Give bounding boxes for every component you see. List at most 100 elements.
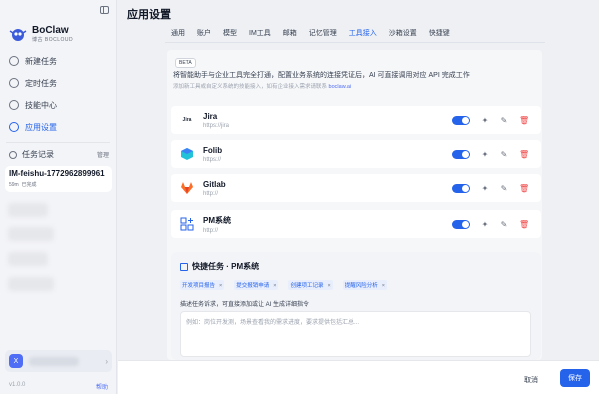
chip-label: 开发项目报告 [182, 283, 216, 289]
history-icon [9, 150, 17, 159]
tab-memory[interactable]: 记忆管理 [303, 29, 343, 43]
integration-subline: 添加新工具或自定义系统的技能接入，如有企业接入需求请联系 boclaw.ai [173, 82, 351, 90]
close-icon[interactable]: × [219, 283, 222, 289]
page-title: 应用设置 [127, 9, 171, 21]
app-subtitle: 博古 BOCLOUD [32, 36, 74, 43]
gear-icon [9, 122, 19, 132]
delete-icon[interactable]: 🗑 [519, 184, 529, 193]
quick-task-title: 快捷任务 · PM系统 [180, 261, 259, 272]
blurred-task [8, 203, 48, 217]
help-link[interactable]: 帮助 [96, 382, 108, 391]
test-icon[interactable]: ✦ [481, 150, 489, 159]
chevron-right-icon: › [105, 356, 108, 366]
tool-row-folib: Folib https:// ✦ ✎ 🗑 [171, 140, 541, 168]
avatar: X [9, 354, 23, 368]
edit-icon[interactable]: ✎ [500, 150, 508, 159]
blurred-task [8, 252, 48, 266]
tab-sandbox[interactable]: 沙箱设置 [383, 29, 423, 43]
grid-plus-icon [180, 217, 194, 231]
edit-icon[interactable]: ✎ [500, 116, 508, 125]
tool-row-gitlab: Gitlab http:// ✦ ✎ 🗑 [171, 174, 541, 202]
sidebar-item-settings[interactable]: 应用设置 [5, 116, 111, 138]
chip-label: 提交报销申请 [236, 283, 270, 289]
user-menu[interactable]: X › [5, 350, 112, 372]
save-button[interactable]: 保存 [560, 369, 590, 387]
quick-task-panel: 快捷任务 · PM系统 开发项目报告 × 提交报销申请 × 创建项工记录 × 提醒风险… [171, 252, 541, 360]
manage-link[interactable]: 管理 [97, 150, 109, 159]
tab-tool-integration[interactable]: 工具接入 [342, 29, 383, 43]
enable-toggle[interactable] [452, 183, 470, 193]
sidebar-divider [6, 142, 110, 143]
sidebar-item-new-task[interactable]: 新建任务 [5, 50, 111, 72]
sidebar-item-label: 技能中心 [25, 100, 57, 110]
tab-im-tools[interactable]: IM工具 [243, 29, 277, 43]
tool-name: PM系统 [203, 215, 231, 225]
edit-icon[interactable]: ✎ [500, 220, 508, 229]
task-meta: 59m 已完成 [9, 181, 108, 188]
task-name: IM-feishu-1772962899961 [9, 169, 105, 178]
app-name: BoClaw [32, 24, 69, 36]
task-history-header: 任务记录 管理 [9, 149, 109, 160]
clock-icon [9, 78, 19, 88]
tool-name: Folib [203, 145, 223, 155]
app-version: v1.0.0 [9, 382, 26, 388]
blurred-task [8, 227, 54, 241]
test-icon[interactable]: ✦ [481, 184, 489, 193]
sidebar-nav: 新建任务 定时任务 技能中心 应用设置 [5, 50, 111, 138]
task-history-label: 任务记录 [22, 150, 54, 159]
quick-task-input[interactable]: 例如：岗位开发测，场景查看我的需求进度，要求提供包括汇总... [180, 311, 531, 357]
tab-email[interactable]: 邮箱 [277, 29, 303, 43]
tab-model[interactable]: 模型 [217, 29, 243, 43]
delete-icon[interactable]: 🗑 [519, 220, 529, 229]
quick-task-chip[interactable]: 创建项工记录 × [288, 280, 333, 290]
sidebar: BoClaw 博古 BOCLOUD 新建任务 定时任务 技能中心 应用设置 任务… [0, 0, 117, 394]
chip-label: 创建项工记录 [290, 283, 324, 289]
tool-name: Gitlab [203, 179, 226, 189]
delete-icon[interactable]: 🗑 [519, 116, 529, 125]
quick-task-title-text: 快捷任务 · PM系统 [192, 262, 260, 271]
folib-logo-icon [181, 148, 193, 160]
test-icon[interactable]: ✦ [481, 220, 489, 229]
grid-icon [180, 262, 188, 271]
delete-icon[interactable]: 🗑 [519, 150, 529, 159]
tool-row-jira: Jira Jira https://jira ✦ ✎ 🗑 [171, 106, 541, 134]
tool-name: Jira [203, 111, 218, 121]
tab-account[interactable]: 账户 [191, 29, 217, 43]
enable-toggle[interactable] [452, 219, 470, 229]
quick-task-hint: 描述任务诉求，可直接添加或让 AI 生成详细指令 [180, 302, 310, 308]
test-icon[interactable]: ✦ [481, 116, 489, 125]
close-icon[interactable]: × [327, 283, 330, 289]
boclaw-logo-icon [9, 29, 27, 41]
enable-toggle[interactable] [452, 115, 470, 125]
edit-icon[interactable]: ✎ [500, 184, 508, 193]
blurred-username [29, 356, 79, 366]
tool-url: https:// [203, 156, 222, 163]
contact-link[interactable]: boclaw.ai [329, 84, 352, 90]
quick-task-chip[interactable]: 提醒风险分析 × [342, 280, 387, 290]
task-history-item[interactable]: IM-feishu-1772962899961 59m 已完成 [5, 166, 112, 192]
sidebar-item-label: 应用设置 [25, 122, 57, 132]
sidebar-item-scheduled[interactable]: 定时任务 [5, 72, 111, 94]
cancel-button[interactable]: 取消 [524, 375, 538, 385]
settings-tabs: 通用 账户 模型 IM工具 邮箱 记忆管理 工具接入 沙箱设置 快捷键 [165, 29, 456, 43]
sidebar-item-skills[interactable]: 技能中心 [5, 94, 111, 116]
quick-task-chip[interactable]: 开发项目报告 × [180, 280, 225, 290]
tool-row-pm: PM系统 http:// ✦ ✎ 🗑 [171, 210, 541, 238]
blurred-task [8, 277, 54, 291]
enable-toggle[interactable] [452, 149, 470, 159]
beta-badge: BETA [175, 58, 196, 68]
integration-headline: 将智能助手与企业工具完全打通，配置业务系统的连接凭证后，AI 可直接调用对应 A… [173, 72, 470, 79]
chip-label: 提醒风险分析 [344, 283, 378, 289]
tool-url: http:// [203, 190, 219, 197]
close-icon[interactable]: × [382, 283, 385, 289]
sidebar-item-label: 定时任务 [25, 78, 57, 88]
jira-logo-icon: Jira [182, 117, 192, 123]
tab-shortcuts[interactable]: 快捷键 [423, 29, 456, 43]
sidebar-toggle-icon[interactable] [100, 6, 109, 14]
quick-task-chip[interactable]: 提交报销申请 × [234, 280, 279, 290]
gitlab-logo-icon [181, 182, 193, 194]
tab-general[interactable]: 通用 [165, 29, 191, 43]
task-status: 已完成 [21, 182, 37, 188]
close-icon[interactable]: × [273, 283, 276, 289]
footer-bar: 取消 保存 [118, 360, 599, 394]
